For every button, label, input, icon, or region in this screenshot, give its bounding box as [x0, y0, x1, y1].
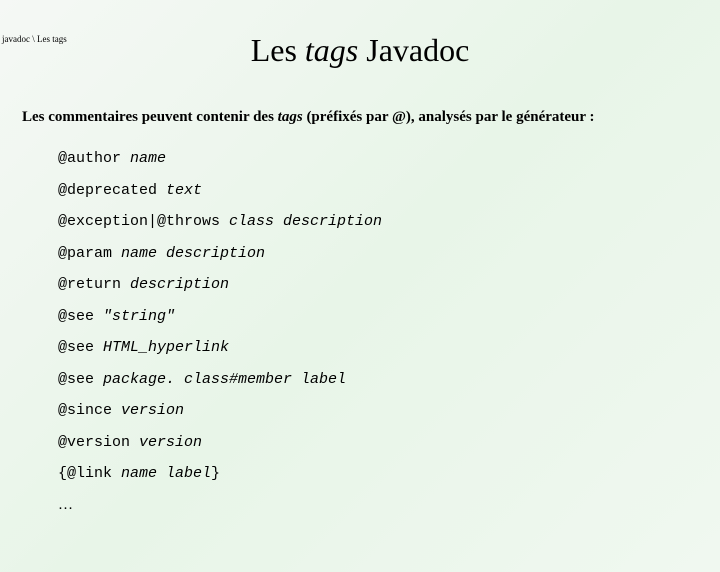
tag-keyword: @exception|@throws	[58, 213, 229, 230]
tag-keyword: {@link	[58, 465, 121, 482]
list-item: @exception|@throws class description	[58, 207, 720, 237]
tag-keyword: @see	[58, 308, 103, 325]
list-item: @see package. class#member label	[58, 365, 720, 395]
list-item: @see "string"	[58, 302, 720, 332]
list-ellipsis: …	[58, 491, 720, 520]
tag-keyword: @see	[58, 339, 103, 356]
intro-text: Les commentaires peuvent contenir des ta…	[22, 109, 720, 126]
page-title: Les tags Javadoc	[0, 32, 720, 69]
tag-arg: description	[130, 276, 229, 293]
intro-suffix: (préfixés par @), analysés par le généra…	[303, 109, 595, 125]
tag-arg: name description	[121, 245, 265, 262]
title-italic: tags	[305, 32, 358, 68]
title-suffix: Javadoc	[358, 32, 469, 68]
tag-keyword: @see	[58, 371, 103, 388]
tag-keyword: @param	[58, 245, 121, 262]
list-item: @version version	[58, 428, 720, 458]
intro-prefix: Les commentaires peuvent contenir des	[22, 109, 278, 125]
tag-keyword: @version	[58, 434, 139, 451]
list-item: @param name description	[58, 239, 720, 269]
title-prefix: Les	[251, 32, 305, 68]
tag-list: @author name @deprecated text @exception…	[58, 144, 720, 519]
tag-arg: name label	[121, 465, 211, 482]
breadcrumb: javadoc \ Les tags	[2, 34, 67, 44]
list-item: {@link name label}	[58, 459, 720, 489]
list-item: @return description	[58, 270, 720, 300]
tag-arg: name	[130, 150, 166, 167]
list-item: @since version	[58, 396, 720, 426]
intro-italic: tags	[278, 109, 303, 125]
tag-keyword: @return	[58, 276, 130, 293]
tag-arg: package. class#member label	[103, 371, 346, 388]
tag-keyword: @since	[58, 402, 121, 419]
tag-keyword: @author	[58, 150, 130, 167]
list-item: @author name	[58, 144, 720, 174]
tag-arg: "string"	[103, 308, 175, 325]
tag-keyword: @deprecated	[58, 182, 166, 199]
tag-arg: class description	[229, 213, 382, 230]
list-item: @see HTML_hyperlink	[58, 333, 720, 363]
tag-suffix: }	[211, 465, 220, 482]
tag-arg: text	[166, 182, 202, 199]
tag-arg: HTML_hyperlink	[103, 339, 229, 356]
tag-arg: version	[139, 434, 202, 451]
list-item: @deprecated text	[58, 176, 720, 206]
tag-arg: version	[121, 402, 184, 419]
